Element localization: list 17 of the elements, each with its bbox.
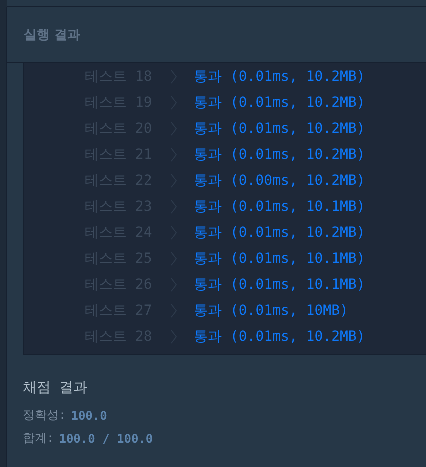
test-result: 통과 (0.01ms, 10.2MB) [194,120,366,138]
test-result: 통과 (0.01ms, 10.1MB) [194,198,366,216]
test-result: 통과 (0.01ms, 10.1MB) [194,276,366,294]
score-value: 100.0 [71,408,108,422]
score-title: 채점 결과 [23,379,88,397]
test-result: 통과 (0.01ms, 10MB) [194,302,348,320]
test-result: 통과 (0.01ms, 10.2MB) [194,94,366,112]
test-result: 통과 (0.01ms, 10.2MB) [194,224,366,242]
test-result: 통과 (0.01ms, 10.2MB) [194,146,366,164]
score-label: 합계: [23,430,54,447]
score-value: 100.0 / 100.0 [59,432,154,446]
test-result: 통과 (0.01ms, 10.2MB) [194,68,366,86]
test-result: 통과 (0.00ms, 10.2MB) [194,172,366,190]
test-result: 통과 (0.01ms, 10.1MB) [194,250,366,268]
panel-title: 실행 결과 [24,26,81,44]
test-result: 통과 (0.01ms, 10.2MB) [194,328,366,346]
score-label: 정확성: [23,407,66,424]
